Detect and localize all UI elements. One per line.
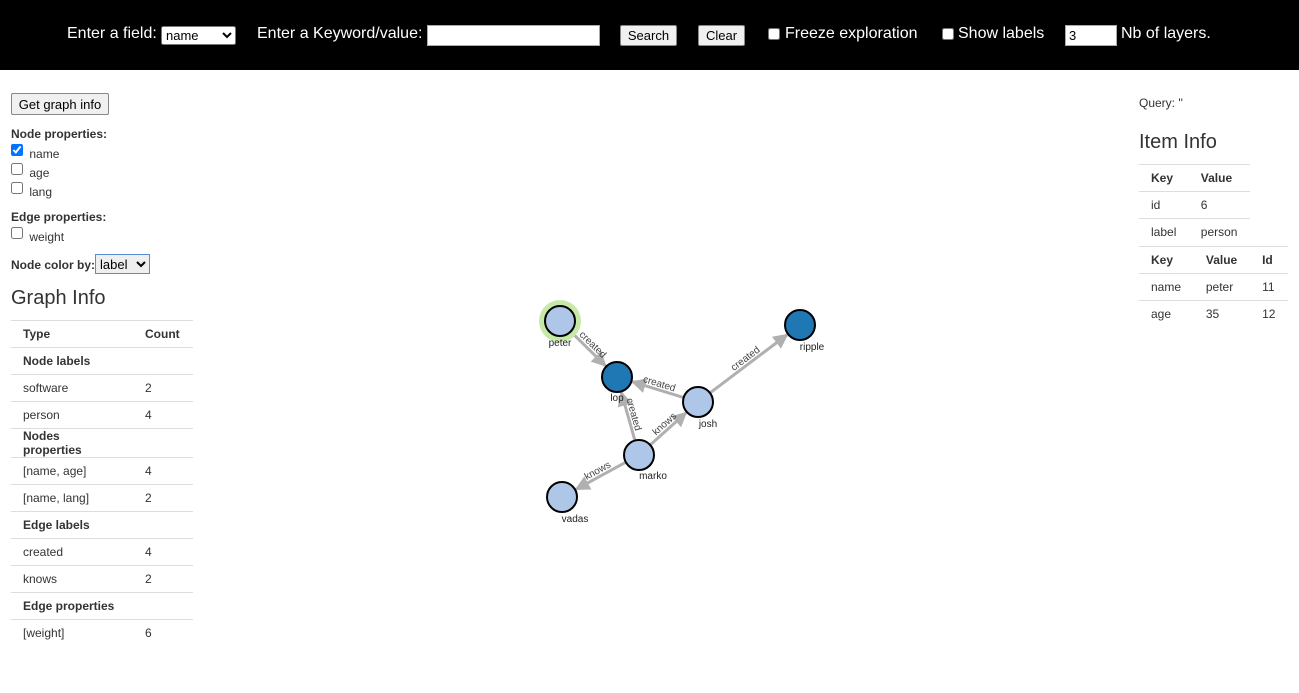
table-cell: age	[1139, 300, 1194, 327]
graph-node-marko[interactable]	[623, 439, 655, 471]
item-info-table: Key Value id 6 label person	[1139, 164, 1250, 245]
table-header-row: Key Value	[1139, 164, 1250, 192]
column-header: Key	[1139, 164, 1189, 192]
table-cell: 11	[1250, 273, 1288, 301]
column-header: Value	[1188, 164, 1250, 192]
node-label: lop	[610, 393, 624, 404]
query-text: Query: ''	[1139, 96, 1183, 110]
table-row: id 6	[1139, 191, 1250, 219]
graph-node-josh[interactable]	[682, 386, 714, 418]
table-row: label person	[1139, 218, 1250, 245]
node-label: peter	[549, 338, 572, 349]
graph-node-lop[interactable]	[601, 361, 633, 393]
table-cell: 12	[1250, 300, 1288, 327]
node-label: ripple	[800, 342, 825, 353]
table-cell: name	[1139, 273, 1194, 301]
table-cell: 35	[1193, 300, 1251, 327]
table-cell: person	[1188, 218, 1250, 245]
edge-josh-ripple[interactable]	[709, 333, 789, 395]
table-header-row: Key Value Id	[1139, 246, 1288, 274]
table-cell: id	[1139, 191, 1189, 219]
table-row: age 35 12	[1139, 300, 1288, 327]
item-properties-table: Key Value Id name peter 11 age 35 12	[1139, 246, 1288, 327]
item-info-title: Item Info	[1139, 131, 1217, 153]
edge-label: created	[577, 329, 609, 360]
edge-label: created	[729, 345, 762, 374]
edge-label: knows	[583, 460, 613, 483]
graph-canvas[interactable]: createdcreatedcreatedcreated knowsknowspe…	[0, 0, 1299, 693]
node-label: vadas	[562, 514, 589, 525]
graph-node-peter[interactable]	[544, 305, 576, 337]
column-header: Value	[1193, 246, 1251, 274]
table-cell: peter	[1193, 273, 1251, 301]
node-label: josh	[698, 419, 717, 430]
column-header: Id	[1250, 246, 1288, 274]
table-row: name peter 11	[1139, 273, 1288, 301]
node-label: marko	[639, 471, 667, 482]
column-header: Key	[1139, 246, 1194, 274]
graph-node-ripple[interactable]	[784, 309, 816, 341]
table-cell: 6	[1188, 191, 1250, 219]
table-cell: label	[1139, 218, 1189, 245]
graph-node-vadas[interactable]	[546, 481, 578, 513]
